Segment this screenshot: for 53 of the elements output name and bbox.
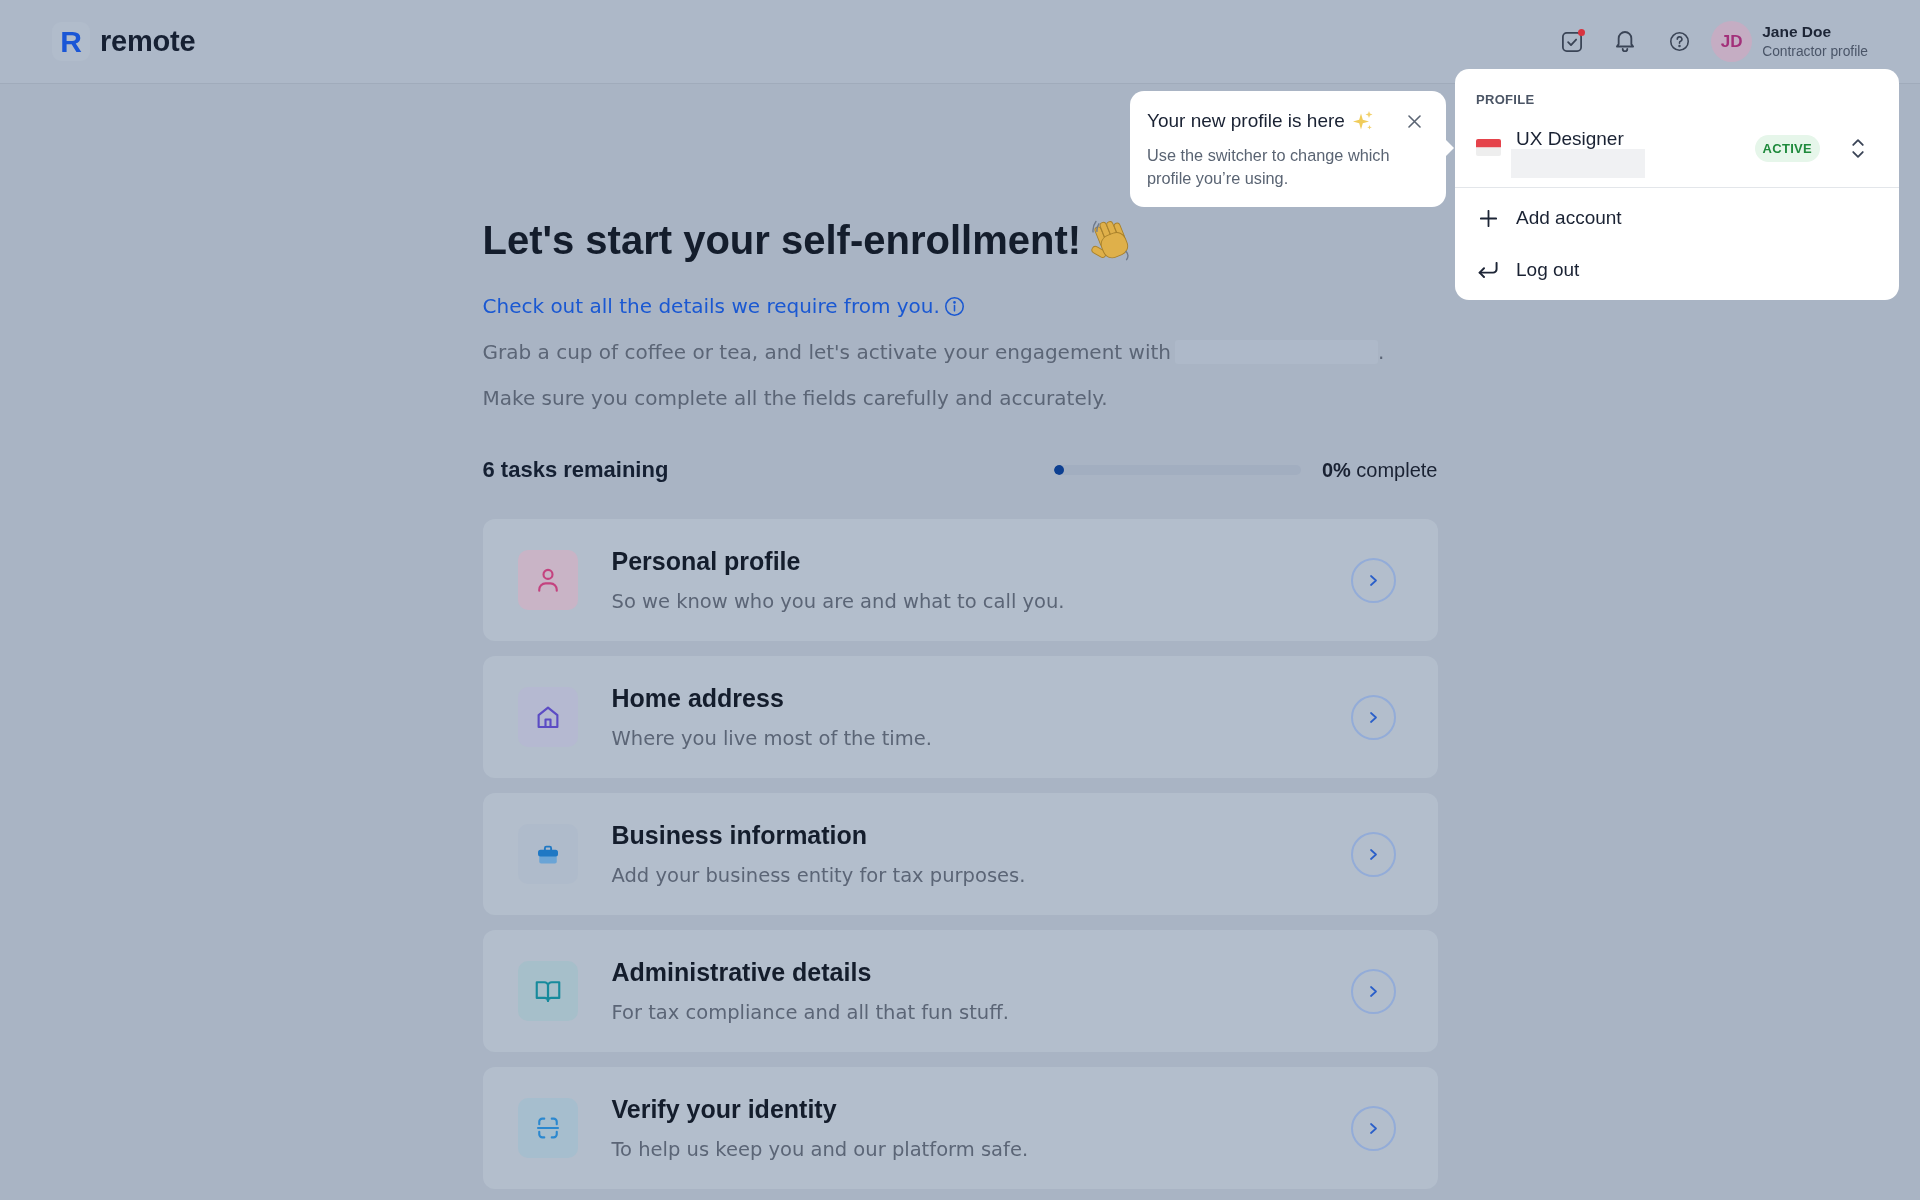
task-title: Administrative details — [611, 956, 873, 987]
task-card[interactable]: Verify your identity To help us keep you and our platform safe. — [482, 1067, 1438, 1189]
progress-reading: 0% complete — [1321, 458, 1438, 482]
intro-text: Grab a cup of coffee or tea, and let's activate your engagement with — [482, 339, 1171, 366]
plus-icon — [1480, 209, 1497, 227]
task-card[interactable]: Business information Add your business entity for tax purposes. — [482, 793, 1438, 915]
task-card[interactable]: Administrative details For tax compliance and all that fun stuff. — [482, 930, 1438, 1052]
user-name: Jane Doe — [1762, 22, 1833, 42]
logo-text[interactable]: remote — [100, 25, 196, 58]
chevron-up-down-icon[interactable] — [1851, 139, 1865, 158]
tooltip-title: Your new profile is here — [1147, 109, 1345, 133]
scan-icon — [517, 1098, 578, 1158]
bell-icon[interactable] — [1616, 31, 1635, 52]
task-description: To help us keep you and our platform safe. — [611, 1136, 1030, 1163]
task-description: Add your business entity for tax purposes. — [611, 862, 1027, 889]
chevron-right-icon — [1369, 848, 1377, 860]
house-icon — [517, 687, 578, 747]
task-description: For tax compliance and all that fun stuff. — [611, 999, 1010, 1026]
task-title: Personal profile — [611, 545, 802, 576]
book-icon — [517, 961, 578, 1021]
flag-icon — [1476, 139, 1501, 156]
task-description: Where you live most of the time. — [611, 725, 933, 752]
sentence-end-text: . — [1378, 339, 1385, 366]
profile-name: UX Designer — [1516, 127, 1625, 151]
tasks-remaining: 6 tasks remaining — [482, 457, 669, 483]
tooltip-body: Use the switcher to change which profile you’re using. — [1147, 145, 1391, 189]
help-icon[interactable] — [1670, 32, 1690, 51]
chevron-right-icon — [1369, 574, 1377, 586]
chevron-right-icon — [1369, 711, 1377, 723]
task-card[interactable]: Personal profile So we know who you are and what to call you. — [482, 519, 1438, 641]
task-title: Business information — [611, 819, 869, 850]
task-check-icon[interactable] — [1562, 31, 1583, 52]
person-icon — [517, 550, 578, 610]
section-label: PROFILE — [1475, 92, 1536, 107]
chevron-right-icon — [1369, 985, 1377, 997]
user-role: Contractor profile — [1762, 43, 1868, 61]
briefcase-icon — [517, 824, 578, 884]
instruction-text: Make sure you complete all the fields carefully and accurately. — [482, 385, 1109, 412]
task-description: So we know who you are and what to call you. — [611, 588, 1066, 615]
task-title: Verify your identity — [611, 1093, 838, 1124]
sparkles-icon — [1352, 111, 1373, 131]
chevron-right-icon — [1369, 1122, 1377, 1134]
task-card[interactable]: Home address Where you live most of the time. — [482, 656, 1438, 778]
close-button[interactable] — [1408, 114, 1421, 128]
menu-item[interactable]: Add account — [1455, 194, 1899, 242]
info-icon — [944, 296, 964, 316]
menu-item[interactable]: Log out — [1455, 246, 1899, 294]
status-badge: ACTIVE — [1754, 135, 1820, 162]
task-title: Home address — [611, 682, 785, 713]
page-title: Let's start your self-enrollment! — [482, 217, 1081, 264]
close-icon — [1408, 114, 1421, 128]
return-arrow-icon — [1477, 262, 1499, 278]
waving-hand-icon — [1091, 218, 1131, 262]
